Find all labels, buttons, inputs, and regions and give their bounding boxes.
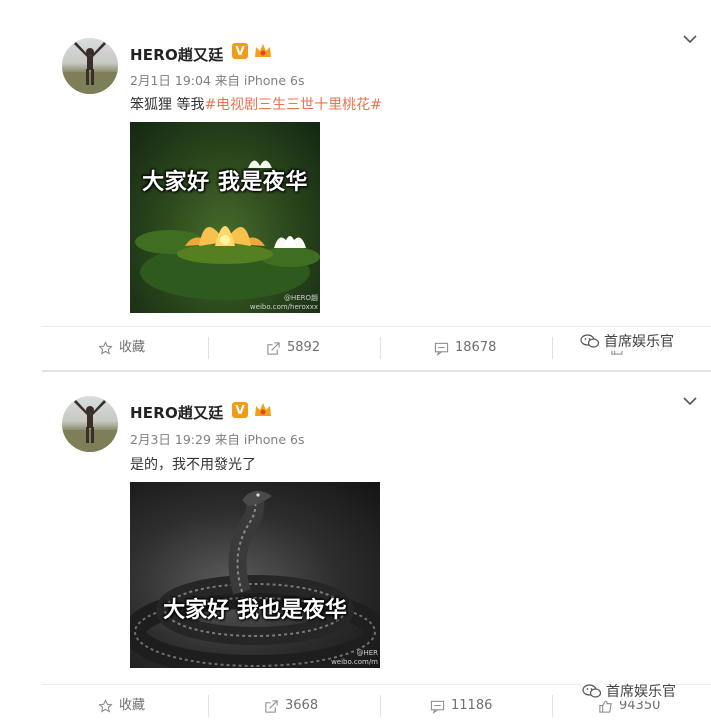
username[interactable]: HERO趙又廷 [130, 44, 224, 65]
action-separator [552, 695, 553, 717]
verified-badge: V [232, 402, 248, 418]
repost-count: 3668 [285, 698, 319, 713]
action-separator [208, 695, 209, 717]
action-separator [552, 337, 553, 359]
comment-button[interactable]: 18678 [434, 327, 496, 369]
crown-icon [255, 403, 271, 416]
post-text-plain: 笨狐狸 等我 [130, 97, 205, 113]
chevron-down-icon[interactable] [683, 34, 697, 44]
wechat-icon [580, 334, 600, 348]
watermark-handle: @HER [356, 649, 378, 658]
repost-icon [267, 341, 280, 355]
image-caption: 大家好 我也是夜华 [163, 598, 347, 623]
action-bar: 收藏 5892 18678 61707 首席娱乐官 [42, 327, 711, 369]
weibo-post-1: HERO趙又廷 V 2月1日 19:04 来自 iPhone 6s 笨狐狸 等我… [0, 0, 711, 372]
source-watermark-text: 首席娱乐官 [604, 334, 674, 350]
source-watermark: 首席娱乐官 [580, 331, 674, 351]
image-watermark: @HERO趙 weibo.com/heroxxx [250, 294, 318, 311]
star-icon [98, 698, 113, 713]
weibo-post-2: HERO趙又廷 V 2月3日 19:29 来自 iPhone 6s 是的，我不用… [0, 372, 711, 720]
username[interactable]: HERO趙又廷 [130, 402, 224, 423]
post-text: 是的，我不用發光了 [130, 457, 256, 473]
favorite-button[interactable]: 收藏 [98, 327, 145, 369]
watermark-url: weibo.com/heroxxx [249, 302, 318, 311]
repost-count: 5892 [287, 340, 321, 355]
action-separator [380, 337, 381, 359]
watermark-handle: @HERO趙 [283, 294, 318, 303]
post-meta: 2月3日 19:29 来自 iPhone 6s [130, 432, 305, 447]
avatar[interactable] [62, 38, 118, 94]
source-watermark-text: 首席娱乐官 [606, 684, 676, 700]
image-caption: 大家好 我是夜华 [142, 170, 308, 195]
favorite-label: 收藏 [119, 698, 146, 713]
action-separator [208, 337, 209, 359]
favorite-label: 收藏 [119, 340, 146, 355]
post-text: 笨狐狸 等我#电视剧三生三世十里桃花# [130, 94, 382, 114]
crown-icon [255, 44, 271, 57]
post-image[interactable]: 大家好 我也是夜华 @HER weibo.com/m [130, 482, 380, 668]
verified-badge: V [232, 43, 248, 59]
favorite-button[interactable]: 收藏 [98, 685, 145, 720]
star-icon [98, 340, 113, 355]
comment-count: 11186 [451, 698, 493, 713]
image-watermark: @HER weibo.com/m [331, 649, 378, 666]
repost-button[interactable]: 3668 [264, 685, 318, 720]
topic-hashtag-link[interactable]: #电视剧三生三世十里桃花# [204, 97, 381, 113]
comment-button[interactable]: 11186 [430, 685, 492, 720]
chevron-down-icon[interactable] [683, 396, 697, 406]
avatar[interactable] [62, 396, 118, 452]
repost-icon [265, 699, 278, 713]
source-watermark: 首席娱乐官 [582, 681, 676, 701]
comment-count: 18678 [455, 340, 497, 355]
action-bar: 收藏 3668 11186 94350 首席娱乐官 [42, 681, 711, 720]
watermark-url: weibo.com/m [331, 657, 378, 666]
comment-icon [434, 342, 449, 356]
comment-icon [430, 700, 445, 714]
wechat-icon [582, 684, 602, 698]
repost-button[interactable]: 5892 [266, 327, 320, 369]
post-meta: 2月1日 19:04 来自 iPhone 6s [130, 73, 305, 88]
action-separator [380, 695, 381, 717]
post-image[interactable]: 大家好 我是夜华 @HERO趙 weibo.com/heroxxx [130, 122, 320, 313]
